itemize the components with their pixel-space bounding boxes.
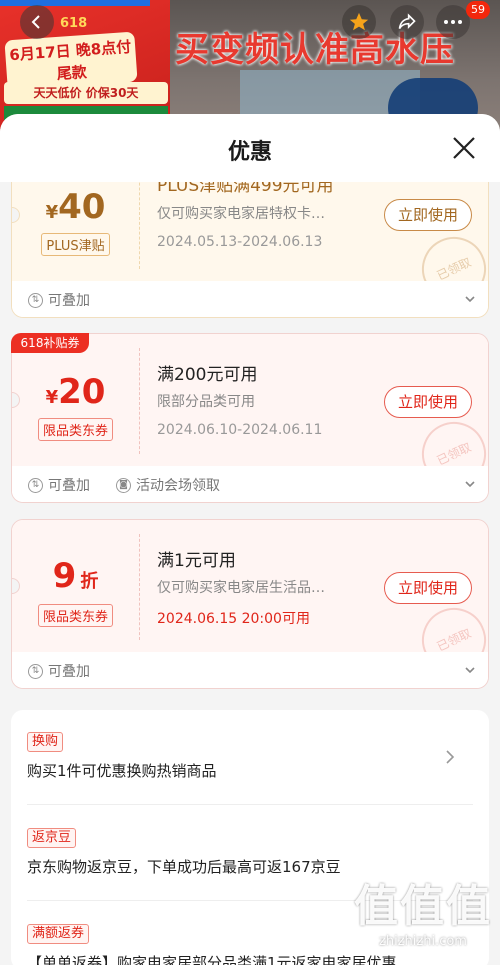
use-now-button[interactable]: 立即使用	[384, 386, 472, 418]
coupon-divider	[139, 182, 140, 269]
chevron-right-icon[interactable]	[445, 750, 455, 764]
site-watermark: 值值值 zhizhizhi.com	[348, 880, 498, 949]
coupon-scope: 仅可购买家电家居特权卡…	[157, 206, 325, 222]
coupon-body: ¥40 PLUS津贴 PLUS津贴满499元可用 仅可购买家电家居特权卡… 20…	[12, 182, 488, 312]
promotion-tag: 换购	[27, 732, 64, 752]
ribbon-618: 618补贴券	[11, 333, 89, 353]
coupon-validity: 2024.05.13-2024.06.13	[157, 234, 323, 250]
stackable-label: ⇅ 可叠加	[28, 475, 90, 495]
more-button[interactable]	[436, 5, 470, 39]
stack-icon: ⇅	[28, 292, 43, 308]
divider	[27, 804, 473, 805]
coupon-condition: 满1元可用	[157, 551, 236, 571]
coupon-scope: 限部分品类可用	[157, 394, 255, 410]
coupon-body: 9折 限品类东券 满1元可用 仅可购买家电家居生活品… 2024.06.15 2…	[12, 520, 488, 683]
footer-text: 可叠加	[48, 664, 90, 680]
coupon-footer: ⇅ 可叠加	[12, 652, 488, 688]
coupon-divider	[139, 348, 140, 454]
notification-badge: 59	[466, 1, 490, 19]
coupon-footer: ⇅ 可叠加	[12, 281, 488, 317]
coupon-validity: 2024.06.10-2024.06.11	[157, 422, 323, 438]
footer-text: 可叠加	[48, 478, 90, 494]
promo-618-logo: 618	[60, 16, 88, 31]
promotion-text: 购买1件可优惠换购热销商品	[27, 762, 217, 780]
share-button[interactable]	[390, 5, 424, 39]
coupon-type-tag: PLUS津贴	[41, 233, 110, 256]
coupon-type: 限品类东券	[12, 604, 139, 627]
close-button[interactable]	[450, 134, 478, 162]
coupon-currency: ¥	[45, 202, 59, 223]
coupon-condition: PLUS津贴满499元可用	[157, 182, 334, 196]
coupon-unit: 折	[80, 571, 99, 592]
watermark-logo: 值值值	[354, 881, 492, 932]
stack-icon: ⇅	[28, 663, 43, 679]
coupon-value: 20	[58, 372, 106, 412]
coupon-amount: ¥20	[12, 372, 139, 412]
stack-icon: ⇅	[28, 477, 43, 493]
promotion-tag: 返京豆	[27, 828, 77, 848]
chevron-down-icon[interactable]	[464, 293, 476, 305]
coupon-type: 限品类东券	[12, 418, 139, 441]
coupon-currency: ¥	[45, 387, 59, 408]
coupon-card-discount: 9折 限品类东券 满1元可用 仅可购买家电家居生活品… 2024.06.15 2…	[11, 519, 489, 689]
more-dots-icon	[444, 20, 462, 24]
coupon-type-tag: 限品类东券	[37, 604, 113, 627]
chevron-left-icon	[31, 15, 40, 29]
coupon-value: 40	[58, 187, 106, 227]
ticket-icon: ◙	[116, 477, 131, 493]
stackable-label: ⇅ 可叠加	[28, 661, 90, 681]
use-now-button[interactable]: 立即使用	[384, 199, 472, 231]
favorite-button[interactable]	[342, 5, 376, 39]
promotion-tag: 满额返券	[27, 924, 90, 944]
use-now-button[interactable]: 立即使用	[384, 572, 472, 604]
status-bar-strip	[0, 0, 150, 6]
coupon-card-618: ¥20 限品类东券 满200元可用 限部分品类可用 2024.06.10-202…	[11, 333, 489, 503]
coupon-type: PLUS津贴	[12, 233, 139, 256]
promotion-item[interactable]: 换购 购买1件可优惠换购热销商品	[27, 730, 473, 781]
promotion-text: 【单单返券】购家电家居部分品类满1元返家电家居优惠	[27, 954, 397, 965]
coupon-footer: ⇅ 可叠加 ◙ 活动会场领取	[12, 466, 488, 502]
watermark-url: zhizhizhi.com	[379, 934, 467, 949]
promotion-text: 京东购物返京豆，下单成功后最高可返167京豆	[27, 858, 341, 876]
sheet-title: 优惠	[227, 140, 272, 165]
coupon-card-plus: ¥40 PLUS津贴 PLUS津贴满499元可用 仅可购买家电家居特权卡… 20…	[11, 182, 489, 318]
coupon-body: ¥20 限品类东券 满200元可用 限部分品类可用 2024.06.10-202…	[12, 334, 488, 497]
coupon-value: 9	[52, 556, 77, 596]
coupon-type-tag: 限品类东券	[37, 418, 113, 441]
coupon-sheet: 优惠 ¥40 PLUS津贴 PLUS津贴满499元可用 仅可购买家电家居特权卡……	[0, 114, 500, 965]
promo-subtitle: 天天低价 价保30天	[4, 82, 168, 104]
coupon-validity: 2024.06.15 20:00可用	[157, 611, 310, 627]
venue-claim-label: ◙ 活动会场领取	[116, 475, 220, 495]
back-button[interactable]	[20, 5, 54, 39]
coupon-amount: 9折	[12, 556, 139, 596]
footer-text: 可叠加	[48, 293, 90, 309]
promotion-item[interactable]: 返京豆 京东购物返京豆，下单成功后最高可返167京豆	[27, 826, 473, 877]
close-icon	[453, 137, 475, 159]
footer-text: 活动会场领取	[136, 478, 220, 494]
sheet-scroll[interactable]: ¥40 PLUS津贴 PLUS津贴满499元可用 仅可购买家电家居特权卡… 20…	[0, 182, 500, 965]
coupon-amount: ¥40	[12, 187, 139, 227]
chevron-down-icon[interactable]	[464, 478, 476, 490]
sheet-header: 优惠	[0, 114, 500, 182]
coupon-scope: 仅可购买家电家居生活品…	[157, 580, 325, 596]
chevron-down-icon[interactable]	[464, 664, 476, 676]
share-icon	[398, 13, 416, 30]
stackable-label: ⇅ 可叠加	[28, 290, 90, 310]
coupon-divider	[139, 534, 140, 640]
coupon-condition: 满200元可用	[157, 365, 258, 385]
star-icon	[349, 12, 369, 31]
